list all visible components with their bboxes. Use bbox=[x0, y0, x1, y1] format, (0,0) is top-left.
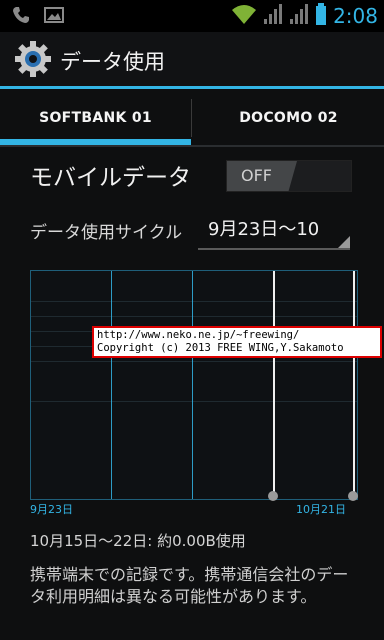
range-start-handle[interactable] bbox=[268, 491, 278, 501]
watermark-line: Copyright (c) 2013 FREE WING,Y.Sakamoto bbox=[97, 342, 344, 354]
settings-gear-icon[interactable] bbox=[14, 40, 52, 78]
grid-line bbox=[31, 316, 357, 317]
chart-start-label: 9月23日 bbox=[30, 503, 73, 516]
tab-divider bbox=[191, 99, 192, 137]
mobile-data-label: モバイルデータ bbox=[30, 165, 191, 191]
toggle-state: OFF bbox=[241, 166, 272, 185]
wifi-icon bbox=[231, 3, 257, 29]
status-bar: 2:08 bbox=[0, 0, 384, 32]
signal-icon bbox=[263, 3, 283, 29]
grid-week-line bbox=[111, 271, 112, 499]
usage-chart[interactable] bbox=[30, 270, 358, 500]
grid-line bbox=[31, 401, 357, 402]
battery-icon bbox=[315, 2, 327, 30]
range-end-marker[interactable] bbox=[353, 271, 355, 497]
page-title: データ使用 bbox=[60, 50, 165, 74]
usage-summary: 10月15日～22日: 約0.00B使用 bbox=[30, 532, 246, 550]
range-end-handle[interactable] bbox=[348, 491, 358, 501]
grid-week-line bbox=[192, 271, 193, 499]
status-left bbox=[12, 6, 64, 28]
action-bar: データ使用 bbox=[0, 32, 384, 86]
phone-icon bbox=[12, 6, 30, 28]
cycle-label: データ使用サイクル bbox=[30, 223, 183, 243]
watermark: http://www.neko.ne.jp/~freewing/ Copyrig… bbox=[92, 326, 382, 358]
carrier-note: 携帯端末での記録です。携帯通信会社のデータ利用明細は異なる可能性があります。 bbox=[30, 565, 349, 606]
range-start-marker[interactable] bbox=[273, 271, 275, 497]
watermark-line: http://www.neko.ne.jp/~freewing/ bbox=[97, 329, 300, 341]
mobile-data-toggle[interactable]: OFF bbox=[226, 160, 352, 192]
tab-label: DOCOMO 02 bbox=[239, 110, 338, 126]
tab-label: SOFTBANK 01 bbox=[39, 110, 152, 126]
cycle-value: 9月23日～10 bbox=[208, 219, 320, 240]
dropdown-arrow-icon bbox=[338, 236, 350, 248]
image-icon bbox=[44, 6, 64, 28]
tab-docomo[interactable]: DOCOMO 02 bbox=[193, 89, 384, 147]
tab-underline bbox=[0, 145, 384, 147]
grid-line bbox=[31, 301, 357, 302]
grid-line bbox=[31, 361, 357, 362]
status-right: 2:08 bbox=[231, 2, 378, 30]
signal-icon bbox=[289, 3, 309, 29]
clock: 2:08 bbox=[333, 4, 378, 28]
cycle-dropdown[interactable]: 9月23日～10 bbox=[198, 206, 350, 250]
chart-end-label: 10月21日 bbox=[296, 503, 346, 516]
